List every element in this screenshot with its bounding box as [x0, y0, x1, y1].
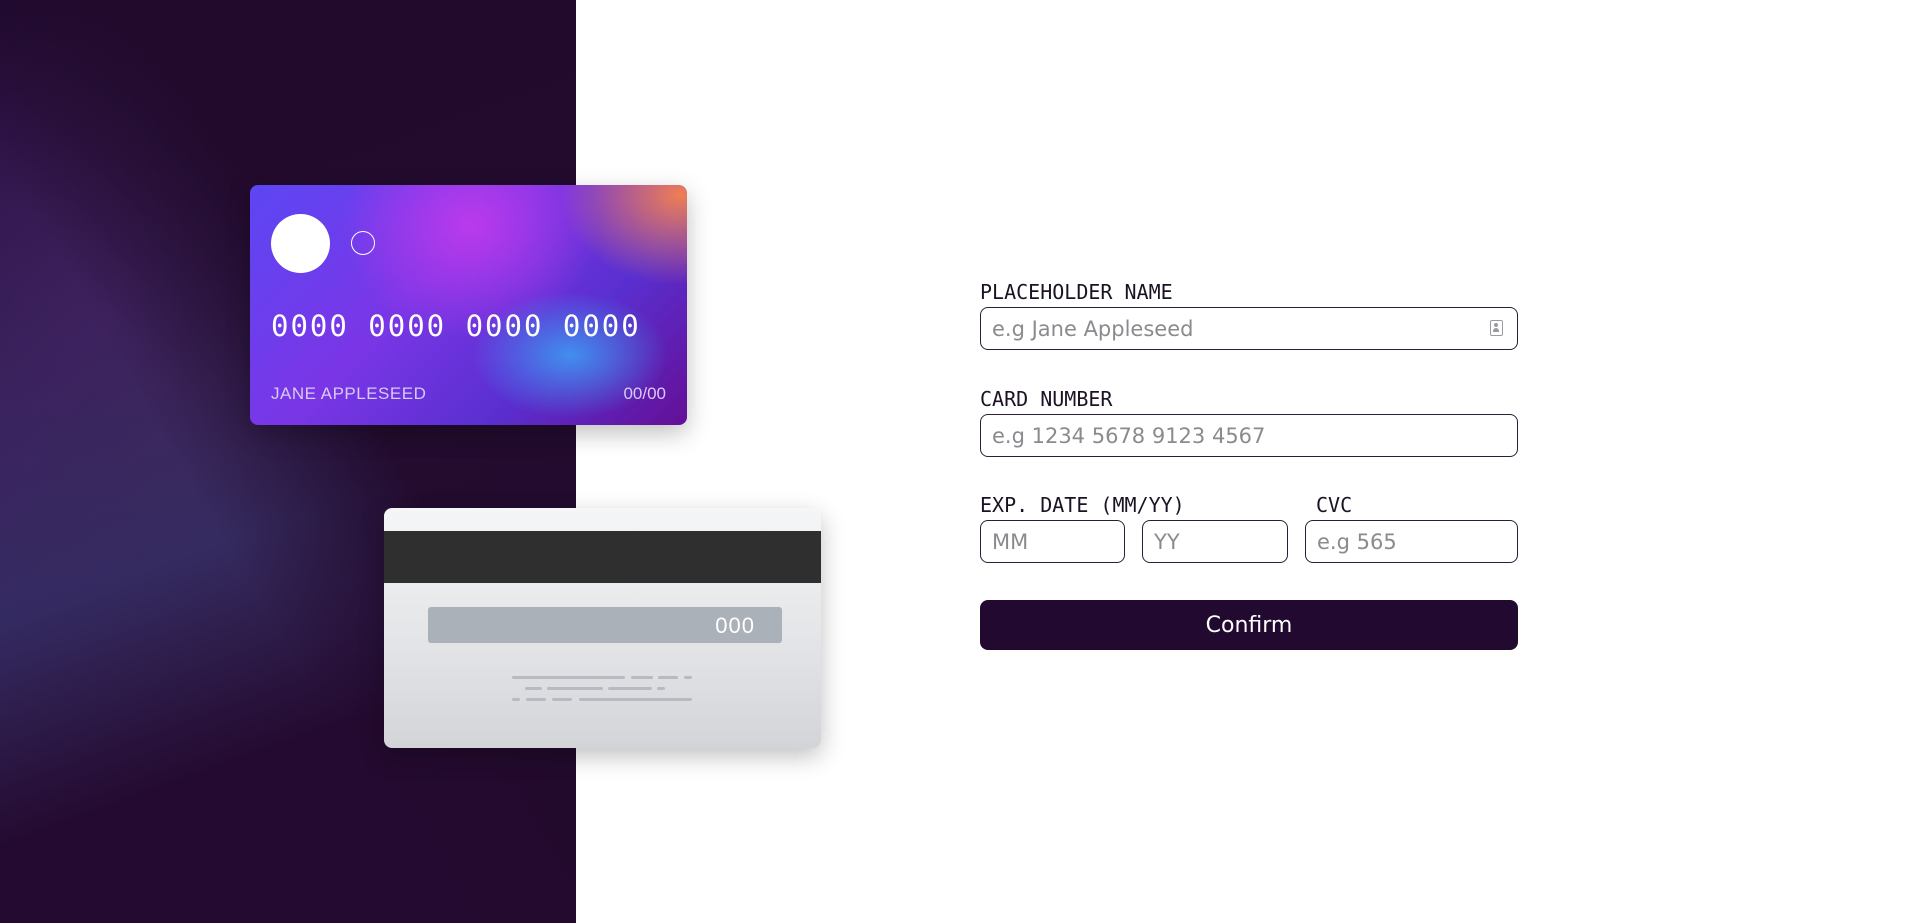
card-logo-large-circle [271, 214, 330, 273]
card-cvc-display: 000 [715, 613, 755, 638]
card-fine-print [512, 676, 696, 706]
cvc-input[interactable] [1305, 520, 1518, 563]
cardholder-name-input-wrapper [980, 307, 1518, 350]
cardholder-name-label: PLACEHOLDER NAME [980, 280, 1173, 304]
card-number-label: CARD NUMBER [980, 387, 1113, 411]
confirm-button[interactable]: Confirm [980, 600, 1518, 650]
card-number-input[interactable] [980, 414, 1518, 457]
expiry-year-input[interactable] [1142, 520, 1288, 563]
card-back-preview: 000 [384, 508, 821, 748]
signature-strip: 000 [428, 607, 782, 643]
card-logo-small-circle [351, 231, 375, 255]
card-number-display: 0000 0000 0000 0000 [271, 309, 641, 343]
decorative-background-panel [0, 0, 576, 923]
contact-card-icon[interactable] [1490, 320, 1503, 336]
card-expiry-display: 00/00 [623, 384, 666, 403]
cardholder-name-input[interactable] [980, 307, 1518, 350]
cardholder-name-display: JANE APPLESEED [271, 384, 427, 403]
magnetic-strip [384, 531, 821, 583]
cvc-label: CVC [1316, 493, 1353, 517]
card-front-preview: 0000 0000 0000 0000 JANE APPLESEED 00/00 [250, 185, 687, 425]
expiry-month-input[interactable] [980, 520, 1125, 563]
expiry-date-label: EXP. DATE (MM/YY) [980, 493, 1185, 517]
